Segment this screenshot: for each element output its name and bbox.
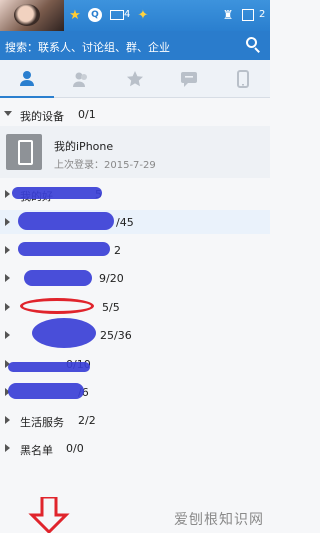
app-manager-icon[interactable]: [242, 9, 254, 21]
redaction-scribble: [8, 362, 90, 372]
collapse-arrow-icon[interactable]: [5, 303, 10, 311]
watermark: 爱刨根知识网: [174, 512, 264, 528]
tab-favorites[interactable]: [108, 60, 162, 98]
vip-star-icon[interactable]: ★: [68, 8, 82, 23]
search-icon[interactable]: [246, 37, 262, 53]
down-arrow-annotation: [28, 497, 70, 533]
expand-arrow-icon[interactable]: [4, 111, 12, 116]
redaction-scribble: [18, 212, 114, 230]
collapse-arrow-icon[interactable]: [5, 416, 10, 424]
group-blacklist[interactable]: 黑名单 0/0: [0, 436, 270, 460]
group-my-devices[interactable]: 我的设备 0/1: [0, 102, 270, 126]
tab-messages[interactable]: [162, 60, 216, 98]
mail-icon[interactable]: [110, 10, 124, 20]
phone-icon: [237, 70, 249, 88]
collapse-arrow-icon[interactable]: [5, 444, 10, 452]
tab-groups[interactable]: [54, 60, 108, 98]
status-person-icon[interactable]: ✦: [136, 8, 150, 23]
tab-phone[interactable]: [216, 60, 270, 98]
device-item-iphone[interactable]: 我的iPhone 上次登录：2015-7-29: [0, 126, 270, 178]
group-icon: [73, 72, 87, 87]
collapse-arrow-icon[interactable]: [5, 190, 10, 198]
skin-icon[interactable]: ♜: [221, 8, 235, 22]
contact-list: 我的设备 0/1 我的iPhone 上次登录：2015-7-29 我的好 5 /…: [0, 98, 270, 533]
redaction-scribble: [8, 383, 84, 399]
redaction-scribble: [12, 187, 102, 199]
qzone-icon[interactable]: Q: [88, 8, 102, 22]
collapse-arrow-icon[interactable]: [5, 246, 10, 254]
group-life-service[interactable]: 生活服务 2/2: [0, 408, 270, 432]
collapse-arrow-icon[interactable]: [5, 274, 10, 282]
redaction-scribble: [32, 318, 96, 348]
search-input[interactable]: 搜索：联系人、讨论组、群、企业: [5, 39, 170, 55]
collapse-arrow-icon[interactable]: [5, 331, 10, 339]
app-count: 2: [259, 9, 266, 20]
contact-icon: [20, 71, 34, 86]
main-tabs: [0, 60, 270, 98]
redaction-scribble: [18, 242, 110, 256]
tab-contacts[interactable]: [0, 60, 54, 98]
collapse-arrow-icon[interactable]: [5, 218, 10, 226]
top-bar: ★ Q 4 ✦ ♜ 2: [0, 0, 270, 31]
search-bar[interactable]: 搜索：联系人、讨论组、群、企业: [0, 31, 270, 60]
chat-icon: [181, 72, 197, 87]
highlight-oval: [20, 298, 94, 314]
redaction-scribble: [24, 270, 92, 286]
star-icon: [127, 71, 143, 87]
phone-device-icon: [6, 134, 42, 170]
avatar[interactable]: [0, 0, 64, 31]
mail-count: 4: [124, 9, 131, 20]
